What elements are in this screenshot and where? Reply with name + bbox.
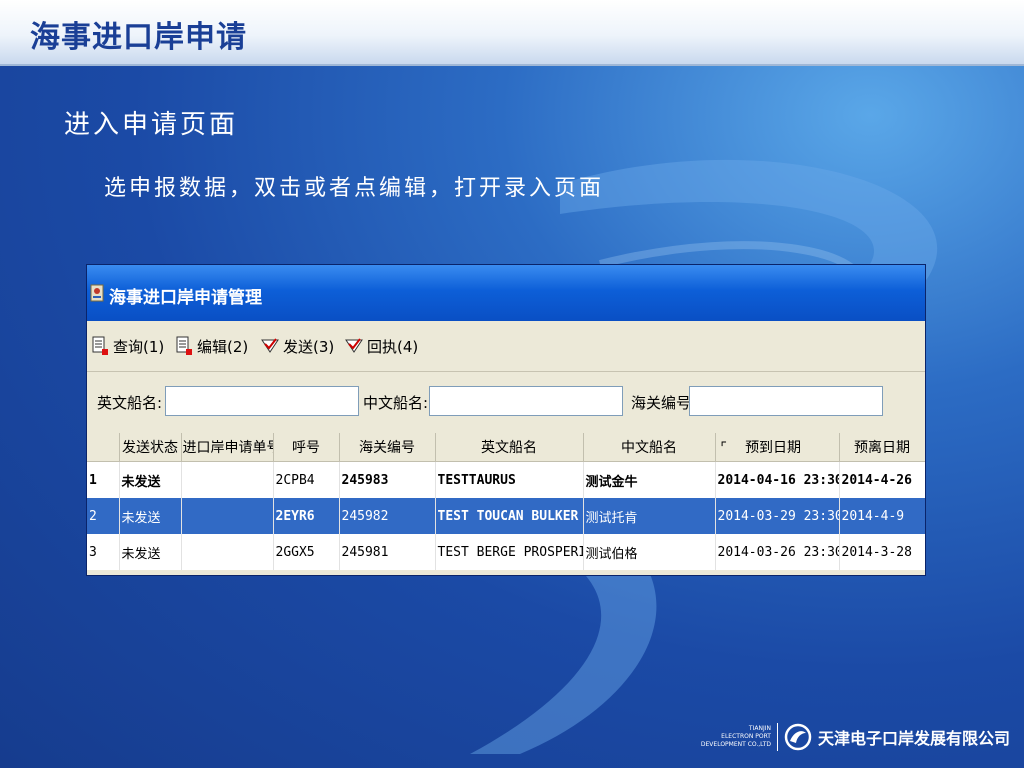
cell-customs-no: 245982: [339, 498, 436, 534]
slide-header: 海事进口岸申请: [0, 0, 1024, 66]
window-title: 海事进口岸申请管理: [109, 288, 262, 308]
data-grid: 发送状态 进口岸申请单号 呼号 海关编号 英文船名 中文船名 ⌜ 预到日期 预离日…: [87, 433, 925, 570]
cell-english-name: TEST TOUCAN BULKER: [435, 498, 584, 534]
cell-english-name: TEST BERGE PROSPERITY: [435, 534, 584, 570]
chinese-name-label: 中文船名:: [363, 394, 429, 412]
query-icon: [92, 336, 108, 355]
cell-index: 3: [87, 534, 120, 570]
toolbar: 查询(1) 编辑(2) 发送(3) 回执(4): [87, 321, 925, 372]
col-header-application-no[interactable]: 进口岸申请单号: [181, 433, 274, 462]
customs-no-label: 海关编号: [631, 394, 692, 412]
heading-enter-page: 进入申请页面: [64, 110, 239, 140]
receipt-icon: [345, 338, 363, 353]
cell-call-sign: 2GGX5: [273, 534, 340, 570]
col-header-eta-label: 预到日期: [745, 440, 802, 456]
cell-customs-no: 245981: [339, 534, 436, 570]
sort-indicator-icon: ⌜: [720, 440, 728, 456]
send-button[interactable]: 发送(3): [261, 333, 334, 359]
cell-application-no: [181, 534, 274, 570]
cell-index: 2: [87, 498, 120, 534]
cell-status: 未发送: [119, 461, 182, 498]
col-header-call-sign[interactable]: 呼号: [273, 433, 340, 462]
slide-title: 海事进口岸申请: [30, 20, 247, 55]
english-name-input[interactable]: [165, 386, 359, 416]
application-table: 发送状态 进口岸申请单号 呼号 海关编号 英文船名 中文船名 ⌜ 预到日期 预离日…: [87, 433, 925, 570]
col-header-index[interactable]: [87, 433, 120, 462]
logo-en-line1: TIANJIN: [748, 725, 771, 732]
logo-en-line2: ELECTRON PORT: [721, 733, 771, 740]
table-row[interactable]: 2 未发送 2EYR6 245982 TEST TOUCAN BULKER 测试…: [87, 498, 925, 534]
send-icon: [261, 338, 279, 353]
english-name-label: 英文船名:: [97, 394, 163, 412]
receipt-button[interactable]: 回执(4): [345, 333, 418, 359]
table-row[interactable]: 1 未发送 2CPB4 245983 TESTTAURUS 测试金牛 2014-…: [87, 461, 925, 498]
cell-status: 未发送: [119, 534, 182, 570]
cell-chinese-name: 测试伯格: [583, 534, 716, 570]
cell-application-no: [181, 498, 274, 534]
search-bar: 英文船名: 中文船名: 海关编号: [87, 372, 925, 434]
cell-etd: 2014-3-28: [839, 534, 925, 570]
query-label: 查询(1): [113, 337, 165, 356]
receipt-label: 回执(4): [367, 337, 419, 356]
cell-call-sign: 2CPB4: [273, 461, 340, 498]
heading-instructions: 选申报数据，双击或者点编辑，打开录入页面: [104, 176, 605, 201]
customs-no-input[interactable]: [689, 386, 883, 416]
chinese-name-input[interactable]: [429, 386, 623, 416]
cell-application-no: [181, 461, 274, 498]
col-header-english-name[interactable]: 英文船名: [435, 433, 584, 462]
cell-chinese-name: 测试金牛: [583, 461, 716, 498]
app-window: 海事进口岸申请管理 查询(1) 编辑(2) 发送(3) 回执(4) 英文船名: …: [86, 264, 926, 576]
cell-customs-no: 245983: [339, 461, 436, 498]
logo-chinese-name: 天津电子口岸发展有限公司: [817, 729, 1010, 748]
logo-english-text: TIANJIN ELECTRON PORT DEVELOPMENT CO.,LT…: [701, 725, 771, 749]
col-header-etd[interactable]: 预离日期: [839, 433, 925, 462]
cell-status: 未发送: [119, 498, 182, 534]
table-header-row: 发送状态 进口岸申请单号 呼号 海关编号 英文船名 中文船名 ⌜ 预到日期 预离日…: [87, 433, 925, 462]
app-icon: [90, 284, 104, 302]
cell-eta: 2014-03-29 23:30: [715, 498, 840, 534]
cell-eta: 2014-03-26 23:30: [715, 534, 840, 570]
edit-label: 编辑(2): [197, 337, 249, 356]
window-titlebar: 海事进口岸申请管理: [87, 265, 925, 321]
logo-divider: [776, 723, 778, 751]
logo-en-line3: DEVELOPMENT CO.,LTD: [700, 741, 771, 748]
cell-english-name: TESTTAURUS: [435, 461, 584, 498]
col-header-status[interactable]: 发送状态: [119, 433, 182, 462]
query-button[interactable]: 查询(1): [91, 333, 164, 359]
edit-button[interactable]: 编辑(2): [175, 333, 248, 359]
send-label: 发送(3): [283, 337, 335, 356]
cell-index: 1: [87, 461, 120, 498]
company-logo: TIANJIN ELECTRON PORT DEVELOPMENT CO.,LT…: [701, 720, 1010, 754]
company-logo-icon: [784, 723, 812, 751]
cell-eta: 2014-04-16 23:30: [715, 461, 840, 498]
col-header-customs-no[interactable]: 海关编号: [339, 433, 436, 462]
cell-chinese-name: 测试托肯: [583, 498, 716, 534]
cell-call-sign: 2EYR6: [273, 498, 340, 534]
cell-etd: 2014-4-26: [839, 461, 925, 498]
edit-icon: [176, 336, 192, 355]
col-header-eta[interactable]: ⌜ 预到日期: [715, 433, 840, 462]
cell-etd: 2014-4-9: [839, 498, 925, 534]
col-header-chinese-name[interactable]: 中文船名: [583, 433, 716, 462]
table-row[interactable]: 3 未发送 2GGX5 245981 TEST BERGE PROSPERITY…: [87, 534, 925, 570]
